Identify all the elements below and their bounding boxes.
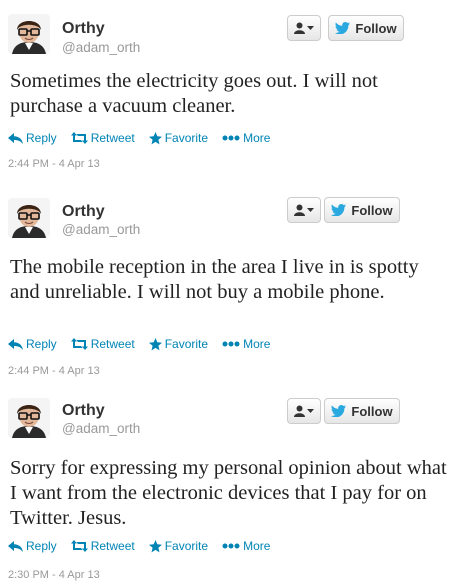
- person-icon: [294, 204, 305, 216]
- more-label: More: [243, 337, 271, 351]
- favorite-action[interactable]: Favorite: [148, 539, 209, 553]
- timestamp[interactable]: 2:44 PM - 4 Apr 13: [8, 365, 100, 377]
- user-name[interactable]: Orthy: [62, 203, 105, 221]
- more-action[interactable]: More: [222, 131, 270, 145]
- retweet-action[interactable]: Retweet: [70, 539, 135, 553]
- caret-down-icon: [307, 208, 314, 212]
- tweet: Orthy @adam_orth Follow Sorry for expres…: [0, 388, 461, 586]
- reply-action[interactable]: Reply: [8, 337, 57, 351]
- retweet-label: Retweet: [90, 337, 135, 351]
- follow-label: Follow: [351, 403, 393, 419]
- tweet: Orthy @adam_orth Follow The mobile recep…: [0, 186, 461, 386]
- retweet-action[interactable]: Retweet: [70, 131, 135, 145]
- user-handle[interactable]: @adam_orth: [62, 421, 140, 436]
- reply-label: Reply: [26, 337, 57, 351]
- user-actions-button[interactable]: [287, 398, 321, 424]
- avatar[interactable]: [8, 398, 50, 438]
- tweet-text: Sometimes the electricity goes out. I wi…: [10, 70, 378, 117]
- user-name[interactable]: Orthy: [62, 20, 105, 38]
- star-icon: [148, 131, 162, 145]
- person-icon: [294, 22, 305, 34]
- user-actions-button[interactable]: [287, 15, 321, 41]
- reply-action[interactable]: Reply: [8, 539, 57, 553]
- reply-icon: [8, 540, 23, 552]
- caret-down-icon: [307, 409, 314, 413]
- tweet-actions: Reply Retweet Favorite More: [8, 130, 284, 146]
- tweet-text: The mobile reception in the area I live …: [10, 256, 419, 303]
- more-dots-icon: [222, 543, 240, 549]
- more-label: More: [243, 539, 271, 553]
- more-dots-icon: [222, 135, 240, 141]
- more-label: More: [243, 131, 271, 145]
- retweet-label: Retweet: [90, 539, 135, 553]
- favorite-action[interactable]: Favorite: [148, 131, 209, 145]
- retweet-icon: [70, 338, 88, 350]
- follow-button[interactable]: Follow: [328, 15, 404, 41]
- twitter-bird-icon: [335, 22, 351, 34]
- user-name[interactable]: Orthy: [62, 402, 105, 420]
- timestamp[interactable]: 2:30 PM - 4 Apr 13: [8, 569, 100, 581]
- twitter-bird-icon: [331, 204, 347, 216]
- favorite-label: Favorite: [164, 539, 209, 553]
- retweet-label: Retweet: [90, 131, 135, 145]
- tweet-text: Sorry for expressing my personal opinion…: [10, 457, 447, 529]
- user-actions-button[interactable]: [287, 197, 321, 223]
- reply-label: Reply: [26, 539, 57, 553]
- tweet: Orthy @adam_orth Follow Sometimes the el…: [0, 0, 461, 180]
- reply-icon: [8, 338, 23, 350]
- follow-label: Follow: [351, 202, 393, 218]
- reply-label: Reply: [26, 131, 57, 145]
- user-handle[interactable]: @adam_orth: [62, 222, 140, 237]
- favorite-label: Favorite: [164, 337, 209, 351]
- caret-down-icon: [307, 26, 314, 30]
- avatar[interactable]: [8, 14, 50, 54]
- tweet-actions: Reply Retweet Favorite More: [8, 336, 284, 352]
- retweet-icon: [70, 132, 88, 144]
- retweet-action[interactable]: Retweet: [70, 337, 135, 351]
- reply-icon: [8, 132, 23, 144]
- star-icon: [148, 539, 162, 553]
- follow-label: Follow: [355, 20, 397, 36]
- person-icon: [294, 405, 305, 417]
- tweet-actions: Reply Retweet Favorite More: [8, 538, 284, 554]
- user-handle[interactable]: @adam_orth: [62, 40, 140, 55]
- follow-button[interactable]: Follow: [324, 197, 400, 223]
- star-icon: [148, 337, 162, 351]
- more-action[interactable]: More: [222, 337, 270, 351]
- retweet-icon: [70, 540, 88, 552]
- timestamp[interactable]: 2:44 PM - 4 Apr 13: [8, 158, 100, 170]
- favorite-label: Favorite: [164, 131, 209, 145]
- more-dots-icon: [222, 341, 240, 347]
- avatar[interactable]: [8, 198, 50, 238]
- more-action[interactable]: More: [222, 539, 270, 553]
- favorite-action[interactable]: Favorite: [148, 337, 209, 351]
- reply-action[interactable]: Reply: [8, 131, 57, 145]
- twitter-bird-icon: [331, 405, 347, 417]
- follow-button[interactable]: Follow: [324, 398, 400, 424]
